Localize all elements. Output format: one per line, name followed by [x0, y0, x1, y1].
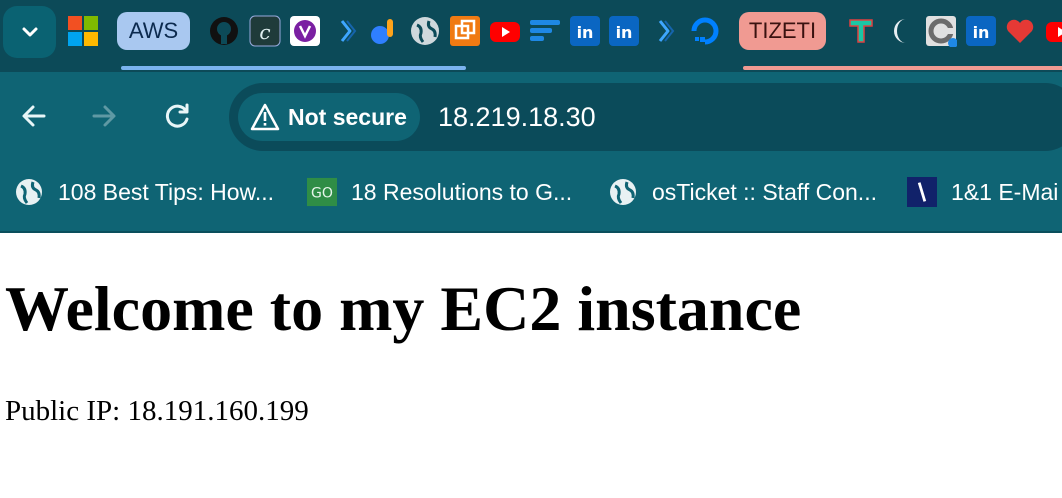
svg-text:in: in — [616, 23, 633, 42]
bookmark-label: 108 Best Tips: How... — [58, 178, 275, 205]
c-grey-app-icon — [926, 16, 957, 47]
warning-triangle-icon — [250, 103, 280, 131]
linkedin-icon: in — [570, 16, 600, 46]
chevron-down-icon — [22, 27, 37, 37]
tab-blue-lines[interactable] — [529, 15, 561, 47]
tab-youtube-2[interactable] — [1040, 15, 1062, 47]
bookmark-label: 18 Resolutions to G... — [351, 178, 573, 205]
tab-group-aws-underline — [121, 66, 466, 70]
tab-purple-app[interactable] — [289, 15, 321, 47]
ms-copilot-icon — [658, 20, 675, 42]
digitalocean-icon — [691, 17, 719, 45]
tab-digitalocean[interactable] — [689, 15, 721, 47]
browser-toolbar: Not secure 18.219.18.30 — [0, 72, 1062, 160]
tab-youtube-1[interactable] — [489, 15, 521, 47]
blue-app-icon — [371, 19, 393, 44]
youtube-icon — [1046, 22, 1062, 42]
tab-copilot-2[interactable] — [648, 15, 680, 47]
bookmarks-bar: 108 Best Tips: How... GO 18 Resolutions … — [0, 160, 1062, 233]
svg-text:GO: GO — [311, 186, 333, 202]
moon-app-icon — [894, 19, 906, 43]
heart-icon — [1006, 19, 1034, 43]
tab-t-app[interactable] — [845, 15, 877, 47]
tab-linkedin-2[interactable]: in — [608, 15, 640, 47]
tab-blue-app[interactable] — [368, 15, 400, 47]
tab-copilot-1[interactable] — [330, 15, 362, 47]
forward-button[interactable] — [82, 94, 126, 138]
tab-globe[interactable] — [409, 15, 441, 47]
orange-app-icon — [450, 16, 480, 46]
site-security-chip[interactable]: Not secure — [238, 93, 420, 141]
youtube-icon — [490, 22, 520, 42]
linkedin-icon: in — [966, 16, 996, 46]
reload-button[interactable] — [155, 94, 199, 138]
tab-heart-app[interactable] — [1004, 15, 1036, 47]
tab-group-tizeti-label: TIZETI — [748, 18, 817, 43]
bookmark-label: osTicket :: Staff Con... — [652, 178, 877, 205]
tab-group-aws-label: AWS — [128, 18, 179, 43]
page-title: Welcome to my EC2 instance — [5, 273, 802, 344]
svg-text:in: in — [973, 23, 990, 42]
microsoft-icon — [68, 16, 98, 46]
tab-group-tizeti[interactable]: TIZETI — [739, 12, 826, 50]
bookmark-item[interactable]: osTicket :: Staff Con... — [608, 175, 877, 209]
purple-app-icon — [290, 16, 320, 46]
ionos-icon — [907, 177, 937, 207]
go-icon: GO — [307, 177, 337, 207]
tab-c-app[interactable]: c — [249, 15, 281, 47]
tab-microsoft[interactable] — [67, 15, 99, 47]
bookmark-item[interactable]: GO 18 Resolutions to G... — [307, 175, 572, 209]
bookmark-item[interactable]: 108 Best Tips: How... — [14, 175, 274, 209]
ms-copilot-icon — [340, 20, 357, 42]
bookmark-label: 1&1 E-Mai — [951, 178, 1059, 205]
blue-lines-icon — [530, 20, 560, 41]
tab-linkedin-1[interactable]: in — [569, 15, 601, 47]
tab-group-tizeti-underline — [743, 66, 1062, 70]
tab-c-grey-app[interactable] — [925, 15, 957, 47]
back-button[interactable] — [12, 94, 56, 138]
security-label: Not secure — [288, 103, 407, 130]
tab-group-aws[interactable]: AWS — [117, 12, 190, 50]
svg-text:in: in — [577, 23, 594, 42]
address-bar[interactable]: Not secure 18.219.18.30 — [229, 83, 1062, 151]
reload-icon — [165, 103, 189, 128]
arrow-left-icon — [22, 105, 46, 127]
tab-moon-app[interactable] — [885, 15, 917, 47]
linkedin-icon: in — [609, 16, 639, 46]
tab-search-button[interactable] — [3, 6, 56, 58]
tab-orange-app[interactable] — [449, 15, 481, 47]
globe-icon — [608, 177, 638, 207]
c-app-icon: c — [249, 15, 281, 47]
page-content: Welcome to my EC2 instance Public IP: 18… — [0, 233, 1062, 498]
globe-icon — [14, 177, 44, 207]
t-app-icon — [846, 16, 876, 46]
arrow-right-icon — [92, 105, 116, 127]
github-icon — [210, 17, 238, 45]
bookmark-item[interactable]: 1&1 E-Mai — [907, 175, 1058, 209]
globe-icon — [411, 17, 439, 45]
svg-text:c: c — [259, 20, 270, 44]
url-text[interactable]: 18.219.18.30 — [438, 102, 596, 133]
tab-linkedin-3[interactable]: in — [965, 15, 997, 47]
public-ip-text: Public IP: 18.191.160.199 — [5, 395, 309, 427]
tab-github[interactable] — [208, 15, 240, 47]
tab-strip: AWS c in in TIZETI in — [0, 0, 1062, 72]
